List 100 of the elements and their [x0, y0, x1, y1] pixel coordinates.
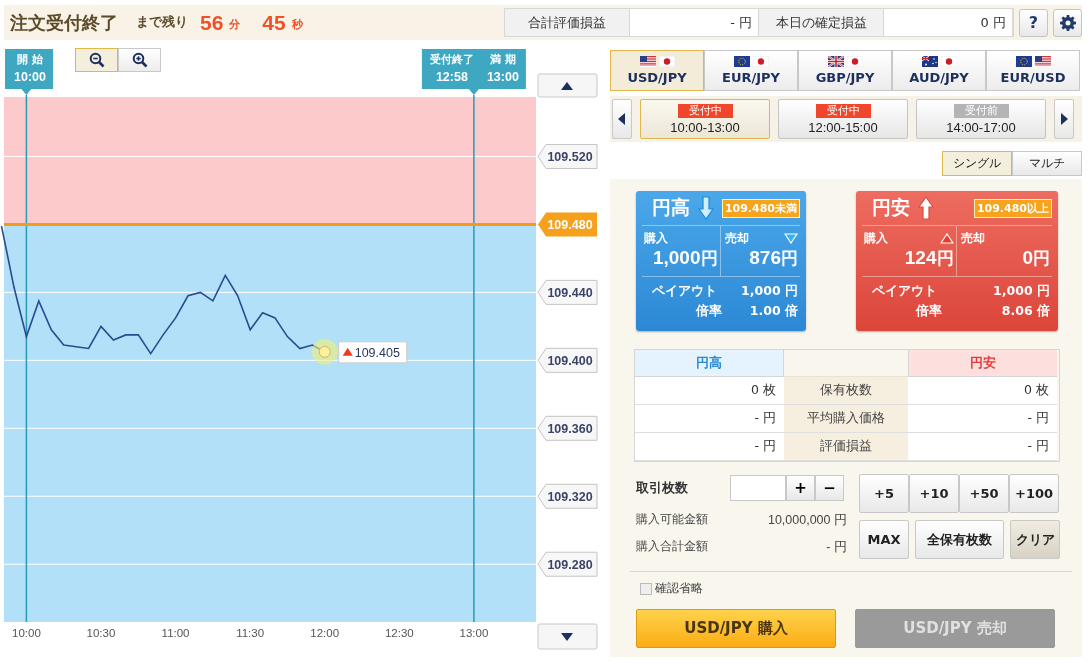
left-arrow-icon — [618, 113, 626, 125]
summary-label: 合計評価損益 — [505, 9, 630, 36]
sell-price: 0円 — [1021, 247, 1050, 270]
time-axis-label: 12:30 — [384, 627, 414, 639]
flag-icon — [1034, 56, 1051, 67]
threshold-tag: 109.480 — [538, 212, 597, 237]
total-value: - 円 — [826, 539, 847, 556]
payout-value: 1,000 円 — [993, 283, 1050, 300]
time-axis-label: 13:00 — [459, 627, 489, 639]
option-card[interactable]: 円高 109.480未満 購入 1,000円 売却 876円 ペイアウト 1,000 円 倍率 1.00 倍 — [636, 191, 806, 331]
column-header: 円安 — [908, 350, 1057, 377]
table-cell: - 円 — [908, 405, 1057, 433]
rate-label: 倍率 — [695, 303, 723, 320]
zoom-in-button[interactable] — [118, 48, 161, 72]
flag-title: 開 始 — [17, 53, 43, 66]
summary-label: 本日の確定損益 — [759, 9, 884, 36]
quantity-label: 取引枚数 — [636, 479, 689, 497]
down-arrow-icon — [698, 196, 714, 220]
sell-label: 売却 — [960, 230, 985, 247]
option-title: 円安 — [872, 195, 910, 220]
price-tag: 109.440 — [537, 279, 598, 305]
time-axis-label: 12:00 — [310, 627, 340, 639]
settings-icon — [1059, 14, 1076, 31]
flag-title: 受付終了 — [429, 53, 474, 66]
available-value: 10,000,000 円 — [767, 512, 847, 529]
time-axis-label: 11:30 — [236, 627, 265, 639]
settings-button[interactable] — [1053, 8, 1082, 37]
price-tag: 109.400 — [537, 347, 598, 373]
summary-value: - 円 — [630, 9, 759, 36]
quantity-button[interactable]: クリア — [1010, 520, 1060, 559]
rate-value: 1.00 倍 — [748, 303, 798, 320]
table-cell: 0 枚 — [908, 377, 1057, 405]
minutes-value: 56 — [200, 10, 224, 35]
add-quantity-button[interactable]: +50 — [959, 474, 1009, 513]
session-tab[interactable]: 受付前 14:00-17:00 — [916, 99, 1046, 139]
session-tab[interactable]: 受付中 12:00-15:00 — [778, 99, 908, 139]
flag-icon — [1015, 56, 1032, 67]
flag-time: 10:00 — [14, 70, 46, 84]
buy-price: 1,000円 — [651, 247, 718, 270]
session-tab[interactable]: 受付中 10:00-13:00 — [640, 99, 770, 139]
time-axis-label: 11:00 — [161, 627, 190, 639]
condition-badge: 109.480以上 — [973, 198, 1052, 218]
option-card[interactable]: 円安 109.480以上 購入 124円 売却 0円 ペイアウト 1,000 円 倍率 8.06 倍 — [856, 191, 1058, 331]
currency-pair-tab[interactable]: EUR/JPY — [704, 50, 798, 91]
flag-time: 12:58 — [435, 70, 468, 84]
seconds-value: 45 — [262, 10, 286, 35]
option-title: 円高 — [652, 195, 690, 220]
buy-price: 124円 — [903, 247, 954, 270]
buy-label: 購入 — [864, 230, 888, 247]
zoom-out-icon — [88, 52, 105, 68]
total-label: 購入合計金額 — [636, 539, 708, 555]
y-tick-label: 109.280 — [547, 558, 593, 573]
mode-tab[interactable]: シングル — [942, 151, 1012, 176]
buy-button[interactable]: USD/JPY 購入 — [636, 609, 836, 648]
checkbox-label: 確認省略 — [655, 580, 703, 597]
flag-icon — [752, 56, 769, 67]
add-quantity-button[interactable]: +10 — [909, 474, 959, 513]
rate-label: 倍率 — [915, 303, 943, 320]
quantity-button[interactable]: MAX — [859, 520, 909, 559]
quantity-field[interactable] — [730, 475, 786, 501]
flag-icon — [846, 56, 863, 67]
currency-pair-tab[interactable]: AUD/JPY — [892, 50, 986, 91]
time-axis-label: 10:00 — [12, 627, 41, 639]
y-tick-label: 109.520 — [547, 150, 593, 165]
scroll-down-button[interactable] — [537, 623, 598, 650]
row-label: 平均購入価格 — [784, 405, 908, 433]
price-tag: 109.320 — [537, 483, 598, 509]
previous-button[interactable] — [612, 99, 632, 139]
table-cell: - 円 — [908, 433, 1057, 461]
y-tick-label: 109.440 — [547, 286, 593, 301]
plus-button[interactable]: + — [786, 475, 815, 501]
zoom-out-button[interactable] — [75, 48, 118, 72]
flag-icon — [940, 56, 957, 67]
help-button[interactable]: ? — [1019, 8, 1048, 37]
rate-value: 8.06 倍 — [1000, 303, 1050, 320]
y-tick-label: 109.360 — [547, 422, 593, 437]
table-cell: - 円 — [635, 405, 784, 433]
mode-tab[interactable]: マルチ — [1012, 151, 1082, 176]
flag-title: 満 期 — [490, 53, 516, 66]
next-button[interactable] — [1054, 99, 1074, 139]
right-arrow-icon — [1060, 113, 1068, 125]
down-triangle-icon — [784, 233, 798, 244]
checkbox[interactable] — [640, 582, 652, 595]
flag-icon — [921, 56, 938, 67]
current-point — [318, 345, 331, 358]
minus-button[interactable]: − — [815, 475, 844, 501]
sell-label: 売却 — [724, 230, 749, 247]
status-title: 注文受付終了 — [10, 10, 118, 35]
scroll-up-button[interactable] — [537, 73, 598, 98]
seconds-unit: 秒 — [291, 17, 303, 32]
add-quantity-button[interactable]: +5 — [859, 474, 909, 513]
add-quantity-button[interactable]: +100 — [1009, 474, 1059, 513]
quantity-button[interactable]: 全保有枚数 — [915, 520, 1004, 559]
row-label: 保有枚数 — [784, 377, 908, 405]
payout-value: 1,000 円 — [741, 283, 798, 300]
currency-pair-tab[interactable]: GBP/JPY — [798, 50, 892, 91]
row-label: 評価損益 — [784, 433, 908, 461]
table-cell: 0 枚 — [635, 377, 784, 405]
currency-pair-tab[interactable]: USD/JPY — [610, 50, 704, 91]
currency-pair-tab[interactable]: EUR/USD — [986, 50, 1080, 91]
